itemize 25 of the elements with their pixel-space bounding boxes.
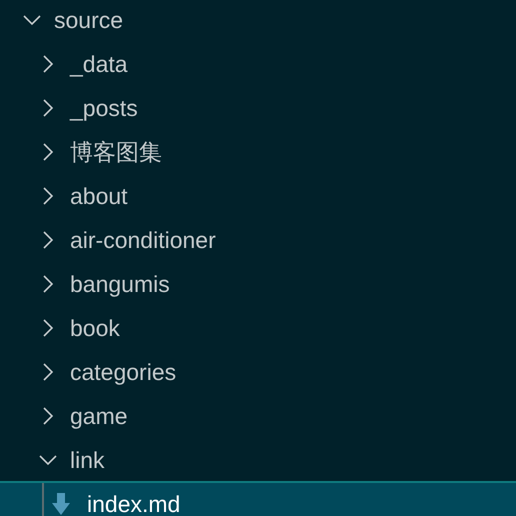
- tree-item[interactable]: book: [0, 305, 516, 349]
- folder-name: source: [54, 8, 124, 32]
- tree-item[interactable]: about: [0, 173, 516, 217]
- folder-name: book: [70, 316, 120, 340]
- tree-item[interactable]: _data: [0, 41, 516, 85]
- folder-name: game: [70, 404, 128, 428]
- tree-item[interactable]: _posts: [0, 85, 516, 129]
- folder-name: _data: [70, 52, 128, 76]
- folder-name: 博客图集: [70, 140, 162, 164]
- folder-name: about: [70, 184, 128, 208]
- tree-item[interactable]: air-conditioner: [0, 217, 516, 261]
- tree-item[interactable]: source: [0, 0, 516, 41]
- folder-name: categories: [70, 360, 176, 384]
- tree-item[interactable]: bangumis: [0, 261, 516, 305]
- file-name: index.md: [87, 492, 180, 516]
- folder-name: bangumis: [70, 272, 170, 296]
- folder-name: link: [70, 448, 105, 472]
- folder-name: _posts: [70, 96, 138, 120]
- tree-item[interactable]: index.md: [0, 481, 516, 516]
- tree-item[interactable]: 博客图集: [0, 129, 516, 173]
- tree-item[interactable]: link: [0, 437, 516, 481]
- tree-item[interactable]: categories: [0, 349, 516, 393]
- tree-item[interactable]: game: [0, 393, 516, 437]
- folder-name: air-conditioner: [70, 228, 216, 252]
- down-arrow-icon: [52, 493, 70, 515]
